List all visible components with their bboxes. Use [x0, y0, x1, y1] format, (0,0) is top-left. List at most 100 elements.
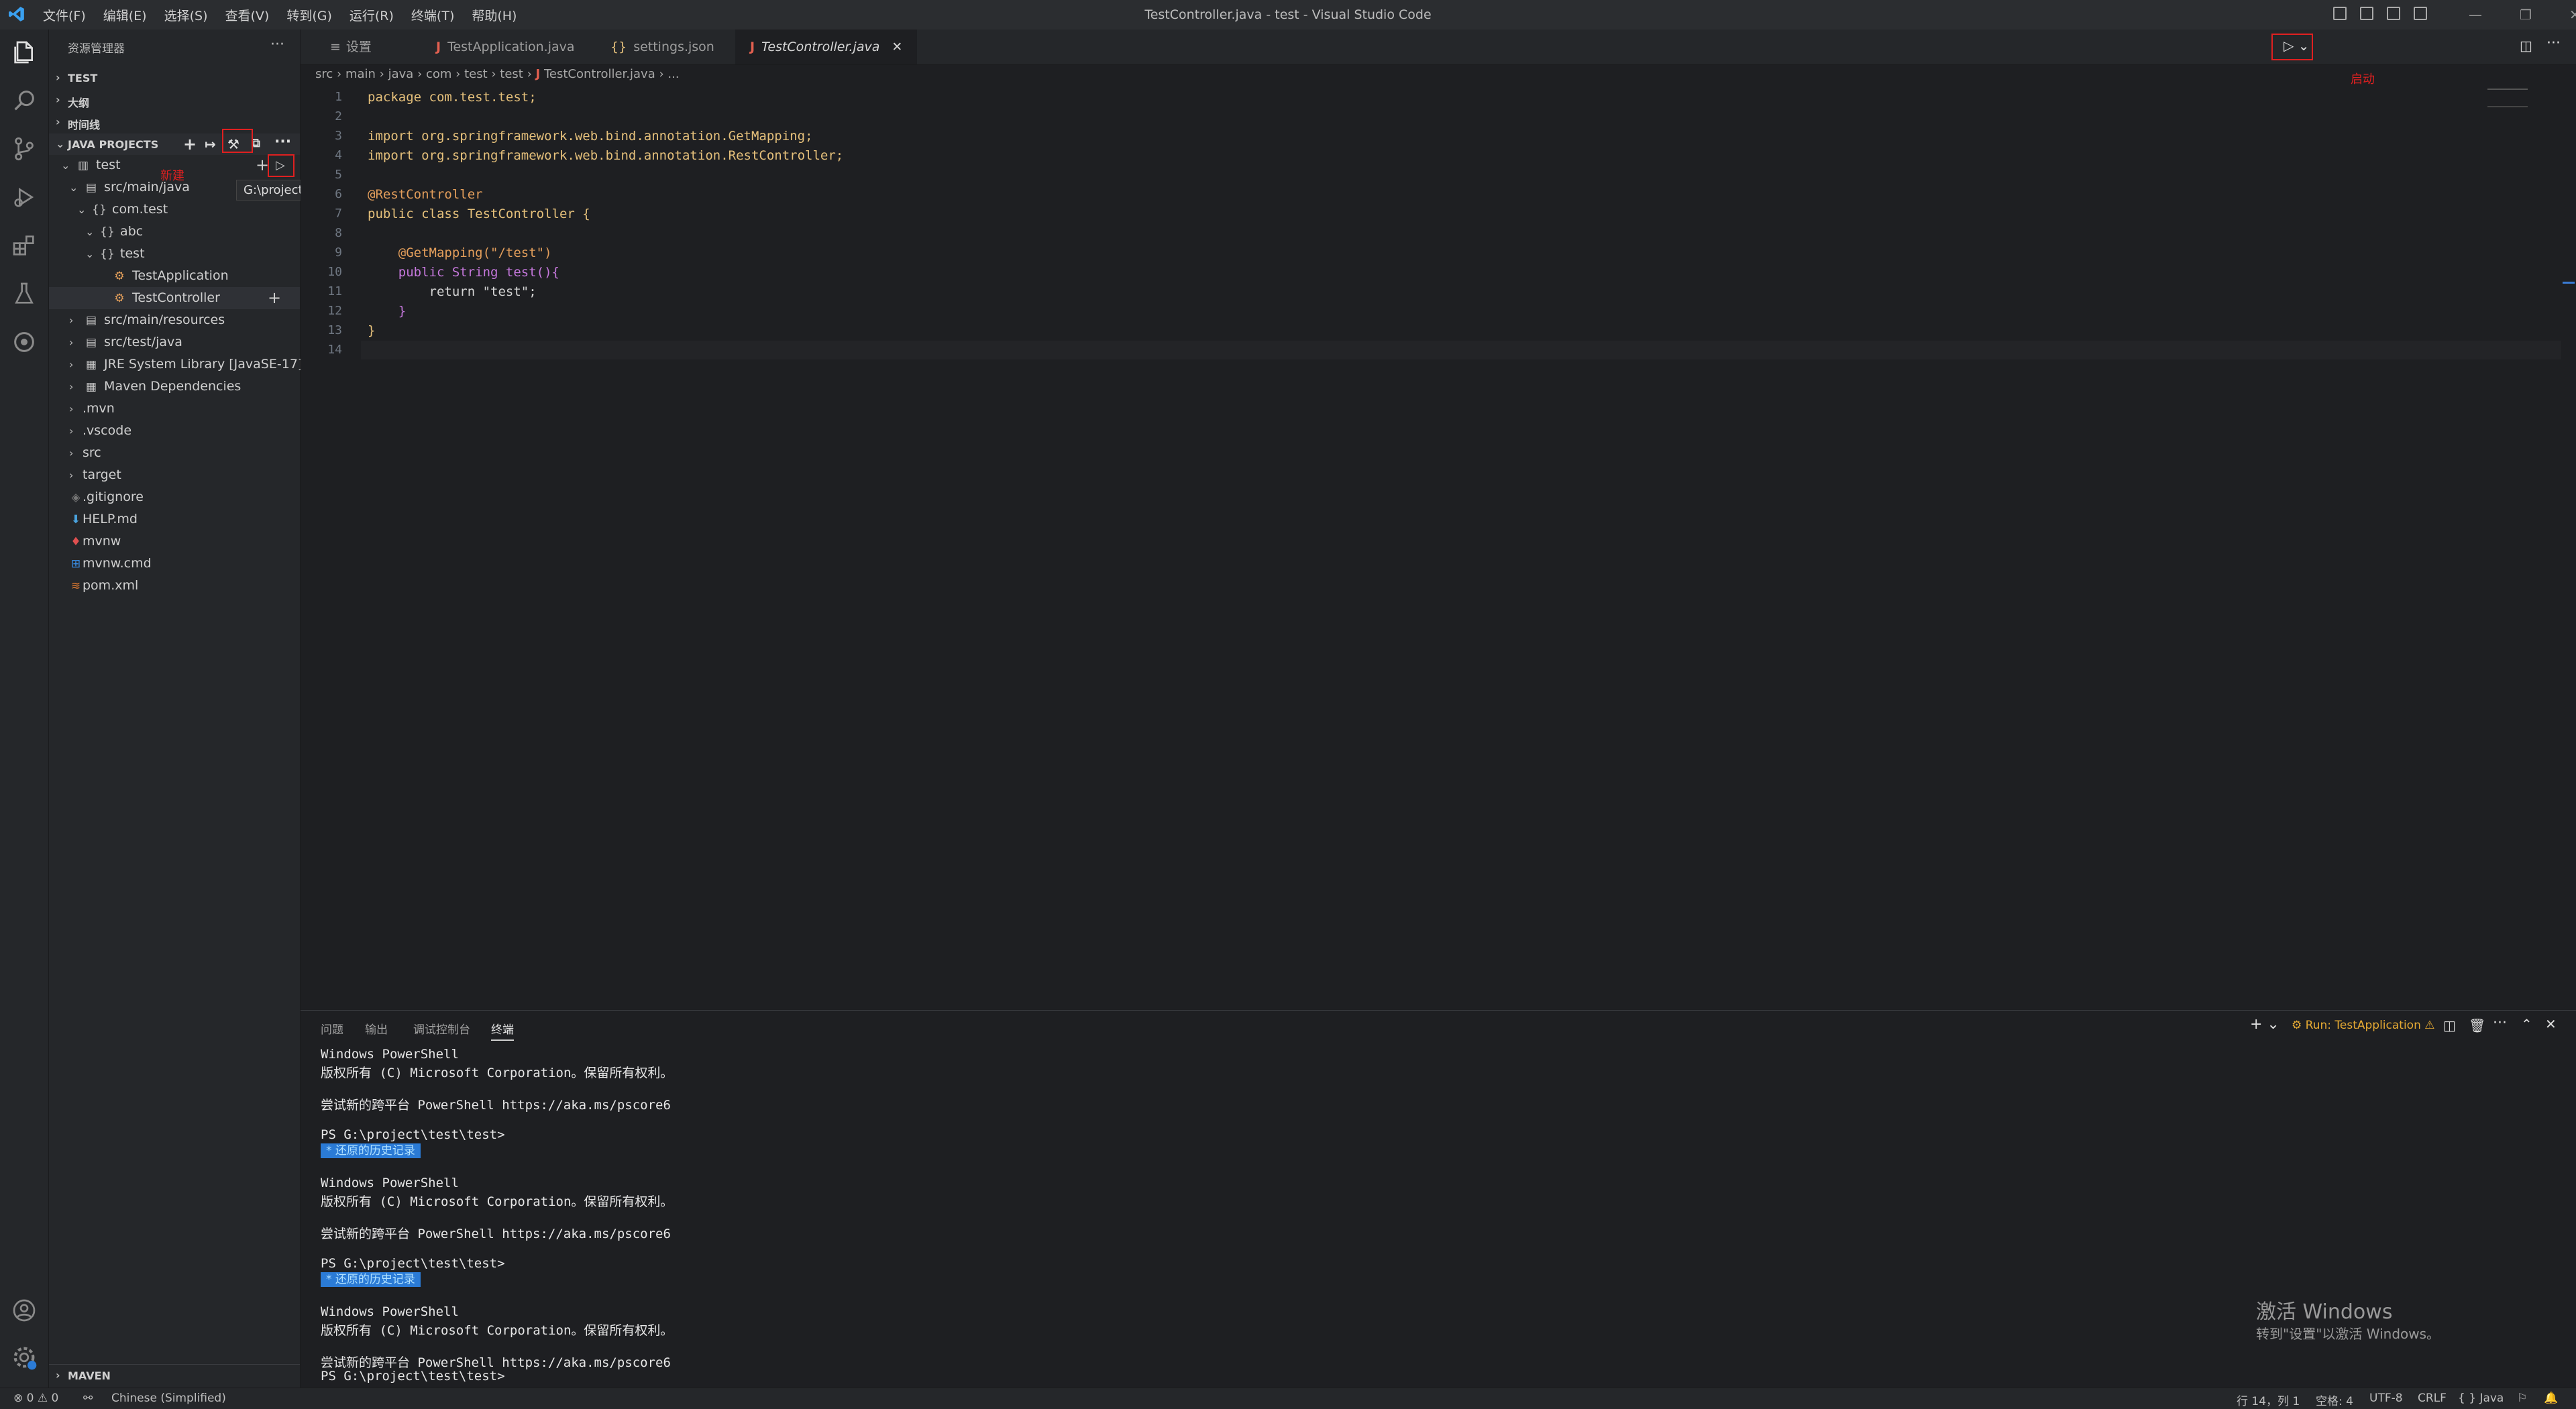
section-test[interactable]: › TEST	[49, 67, 300, 89]
customize-layout-icon[interactable]	[2414, 7, 2427, 20]
tree-item[interactable]: ⚙ TestApplication	[111, 265, 228, 287]
tree-item[interactable]: ◈ .gitignore	[69, 486, 143, 508]
editor-more-icon[interactable]: ···	[2546, 35, 2561, 52]
minimize-icon[interactable]: —	[2469, 7, 2482, 23]
tree-item[interactable]: › target	[69, 464, 121, 486]
tree-item[interactable]: ⌄{} abc	[85, 221, 143, 243]
menu-go[interactable]: 转到(G)	[286, 6, 332, 24]
menu-selection[interactable]: 选择(S)	[164, 6, 208, 24]
tree-item[interactable]: › ▤ src/test/java	[69, 331, 182, 353]
code-line: package com.test.test;	[368, 90, 537, 105]
section-maven[interactable]: › MAVEN	[49, 1364, 300, 1386]
tree-item[interactable]: › .mvn	[69, 398, 115, 420]
panel-tab-debug-console[interactable]: 调试控制台	[413, 1020, 470, 1037]
tab-testapplication[interactable]: J TestApplication.java	[421, 30, 590, 64]
eol-status[interactable]: CRLF	[2418, 1392, 2447, 1405]
breadcrumb-item[interactable]: ...	[667, 67, 679, 81]
close-panel-icon[interactable]: ✕	[2545, 1016, 2557, 1032]
menu-run[interactable]: 运行(R)	[350, 6, 394, 24]
source-control-icon[interactable]	[11, 135, 38, 162]
breadcrumb-item[interactable]: main	[345, 67, 376, 81]
run-debug-icon[interactable]	[11, 184, 38, 211]
testing-icon[interactable]	[11, 280, 38, 307]
project-icon: ▥	[77, 159, 89, 172]
restore-icon[interactable]: ❐	[2520, 7, 2532, 23]
breadcrumb-item[interactable]: com	[426, 67, 451, 81]
panel-tab-problems[interactable]: 问题	[321, 1020, 343, 1037]
menu-terminal[interactable]: 终端(T)	[411, 6, 454, 24]
panel-tab-terminal[interactable]: 终端	[491, 1020, 514, 1041]
panel-more-icon[interactable]: ···	[2493, 1015, 2507, 1031]
tree-item[interactable]: ≋ pom.xml	[69, 575, 138, 597]
new-terminal-icon[interactable]: + ⌄	[2250, 1016, 2279, 1033]
remote-icon[interactable]: ⚯	[83, 1392, 93, 1405]
extensions-icon[interactable]	[11, 232, 38, 259]
tree-item-selected[interactable]: ⚙ TestController +	[49, 287, 300, 309]
menu-view[interactable]: 查看(V)	[225, 6, 270, 24]
run-terminal-label[interactable]: ⚙ Run: TestApplication ⚠	[2292, 1019, 2435, 1032]
menu-help[interactable]: 帮助(H)	[472, 6, 517, 24]
minimap[interactable]	[2487, 89, 2528, 107]
encoding-status[interactable]: UTF-8	[2369, 1392, 2403, 1405]
breadcrumb-item[interactable]: test	[464, 67, 488, 81]
tree-item[interactable]: ⊞ mvnw.cmd	[69, 553, 152, 575]
breadcrumb-item[interactable]: java	[388, 67, 414, 81]
breadcrumb-item[interactable]: src	[315, 67, 333, 81]
code-line: @GetMapping("/test")	[368, 245, 552, 260]
more-actions-icon[interactable]: ···	[274, 133, 291, 150]
tree-item[interactable]: › ▤ src/main/resources	[69, 309, 225, 331]
sidebar-title: 资源管理器	[68, 42, 125, 56]
feedback-icon[interactable]: ⚐	[2517, 1392, 2527, 1405]
add-icon[interactable]: +	[268, 287, 281, 309]
maximize-panel-icon[interactable]: ⌃	[2521, 1016, 2532, 1032]
explorer-icon[interactable]	[11, 39, 38, 66]
tab-testcontroller[interactable]: J TestController.java ✕	[735, 30, 918, 64]
section-outline[interactable]: › 大纲	[49, 89, 300, 111]
language-mode-status[interactable]: { } Java	[2458, 1392, 2504, 1405]
tree-item[interactable]: › .vscode	[69, 420, 131, 442]
menu-file[interactable]: 文件(F)	[43, 6, 86, 24]
toggle-secondary-sidebar-icon[interactable]	[2387, 7, 2400, 20]
split-terminal-icon[interactable]: ◫	[2443, 1017, 2456, 1033]
toggle-panel-icon[interactable]	[2360, 7, 2373, 20]
trash-icon[interactable]: 🗑	[2469, 1017, 2485, 1033]
code-editor[interactable]: 123 456 789 10 11 12 13 14 package com.test…	[301, 87, 2576, 1010]
sidebar-more-icon[interactable]: ···	[270, 36, 284, 53]
language-pack-status[interactable]: Chinese (Simplified)	[111, 1392, 226, 1405]
breadcrumb-item[interactable]: TestController.java	[544, 67, 655, 81]
toggle-sidebar-icon[interactable]	[2333, 7, 2347, 20]
tree-item[interactable]: ♦ mvnw	[69, 530, 121, 553]
menu-edit[interactable]: 编辑(E)	[103, 6, 147, 24]
breadcrumb-item[interactable]: test	[500, 67, 523, 81]
remote-explorer-icon[interactable]	[11, 329, 38, 355]
breadcrumb: src › main › java › com › test › test › …	[315, 67, 680, 81]
section-timeline[interactable]: › 时间线	[49, 111, 300, 133]
new-project-icon[interactable]: +	[183, 135, 197, 154]
section-java-projects[interactable]: ⌄ JAVA PROJECTS + ↦ ⚒ ⧉ ···	[49, 133, 300, 155]
current-line-highlight	[361, 341, 2561, 359]
import-project-icon[interactable]: ↦	[205, 136, 216, 152]
tree-item[interactable]: › src	[69, 442, 101, 464]
panel-tab-output[interactable]: 输出	[365, 1020, 388, 1037]
close-tab-icon[interactable]: ✕	[892, 40, 902, 54]
title-bar: 文件(F) 编辑(E) 选择(S) 查看(V) 转到(G) 运行(R) 终端(T…	[0, 0, 2576, 30]
account-icon[interactable]	[11, 1297, 38, 1324]
notifications-bell-icon[interactable]: 🔔	[2544, 1392, 2558, 1405]
tree-item[interactable]: ⌄{} test	[85, 243, 145, 265]
terminal-line: Windows PowerShell	[321, 1047, 459, 1062]
cursor-position[interactable]: 行 14，列 1	[2237, 1392, 2300, 1408]
manage-gear-icon[interactable]	[11, 1344, 38, 1371]
tree-item[interactable]: ⬇ HELP.md	[69, 508, 138, 530]
tab-settings[interactable]: ≡ 设置	[315, 30, 386, 64]
search-icon[interactable]	[11, 87, 38, 114]
split-editor-icon[interactable]: ◫	[2520, 38, 2532, 54]
tree-item[interactable]: › ▦ Maven Dependencies	[69, 376, 241, 398]
chevron-down-icon: ⌄	[56, 137, 65, 150]
close-window-icon[interactable]: ✕	[2569, 7, 2576, 23]
terminal-prompt[interactable]: PS G:\project\test\test>	[321, 1369, 505, 1384]
tree-item[interactable]: › ▦ JRE System Library [JavaSE-17]	[69, 353, 303, 376]
indentation-status[interactable]: 空格: 4	[2316, 1392, 2353, 1408]
tree-item[interactable]: ⌄{} com.test	[77, 199, 168, 221]
tab-settings-json[interactable]: {} settings.json	[596, 30, 729, 64]
problems-status[interactable]: ⊗ 0 ⚠ 0	[13, 1392, 58, 1405]
